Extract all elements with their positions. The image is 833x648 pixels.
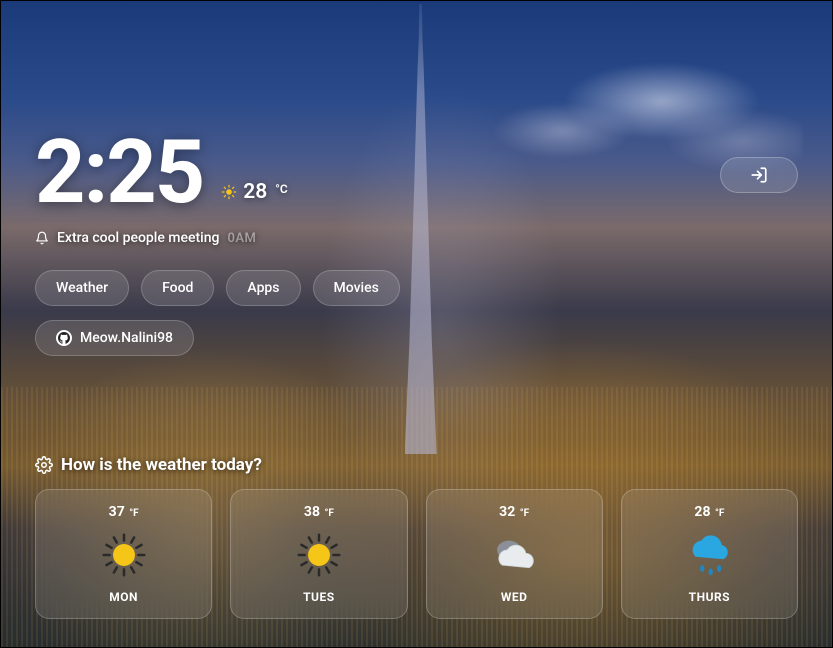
event-time: 0AM bbox=[227, 231, 256, 246]
sun-icon bbox=[221, 184, 237, 200]
tab-label: Apps bbox=[247, 280, 279, 296]
forecast-row: 37 °F MON 38 °F TUES 32 °F WED 28 °F THURS bbox=[35, 489, 798, 619]
github-icon bbox=[56, 330, 72, 346]
user-name: Meow.Nalini98 bbox=[80, 330, 173, 346]
event-reminder: Extra cool people meeting 0AM bbox=[35, 230, 798, 246]
tab-label: Weather bbox=[56, 280, 108, 296]
tab-movies[interactable]: Movies bbox=[313, 270, 400, 306]
tab-label: Movies bbox=[334, 280, 379, 296]
forecast-temp: 32 °F bbox=[499, 504, 529, 520]
rainy-icon bbox=[682, 528, 736, 582]
tab-weather[interactable]: Weather bbox=[35, 270, 129, 306]
forecast-card[interactable]: 32 °F WED bbox=[426, 489, 603, 619]
user-pill[interactable]: Meow.Nalini98 bbox=[35, 320, 194, 356]
bell-icon bbox=[35, 231, 49, 245]
forecast-day: WED bbox=[501, 590, 528, 604]
forecast-temp: 38 °F bbox=[304, 504, 334, 520]
tab-label: Food bbox=[162, 280, 193, 296]
current-temp-unit: °C bbox=[275, 182, 287, 196]
current-temp: 28 °C bbox=[221, 180, 287, 212]
forecast-card[interactable]: 38 °F TUES bbox=[230, 489, 407, 619]
weather-section-title: How is the weather today? bbox=[35, 455, 798, 475]
sunny-icon bbox=[97, 528, 151, 582]
forecast-day: THURS bbox=[689, 590, 730, 604]
event-text: Extra cool people meeting bbox=[57, 230, 219, 246]
logout-icon bbox=[750, 166, 768, 184]
tab-food[interactable]: Food bbox=[141, 270, 214, 306]
current-temp-value: 28 bbox=[243, 180, 267, 204]
forecast-temp: 28 °F bbox=[694, 504, 724, 520]
forecast-day: TUES bbox=[303, 590, 334, 604]
forecast-temp: 37 °F bbox=[109, 504, 139, 520]
forecast-day: MON bbox=[109, 590, 138, 604]
tab-row: Weather Food Apps Movies bbox=[35, 270, 798, 306]
tab-apps[interactable]: Apps bbox=[226, 270, 300, 306]
cloudy-icon bbox=[487, 528, 541, 582]
forecast-card[interactable]: 37 °F MON bbox=[35, 489, 212, 619]
clock-time: 2:25 bbox=[35, 133, 203, 212]
sunny-icon bbox=[292, 528, 346, 582]
forecast-card[interactable]: 28 °F THURS bbox=[621, 489, 798, 619]
logout-button[interactable] bbox=[720, 157, 798, 193]
weather-title-text: How is the weather today? bbox=[61, 455, 262, 475]
gear-icon bbox=[35, 456, 53, 474]
